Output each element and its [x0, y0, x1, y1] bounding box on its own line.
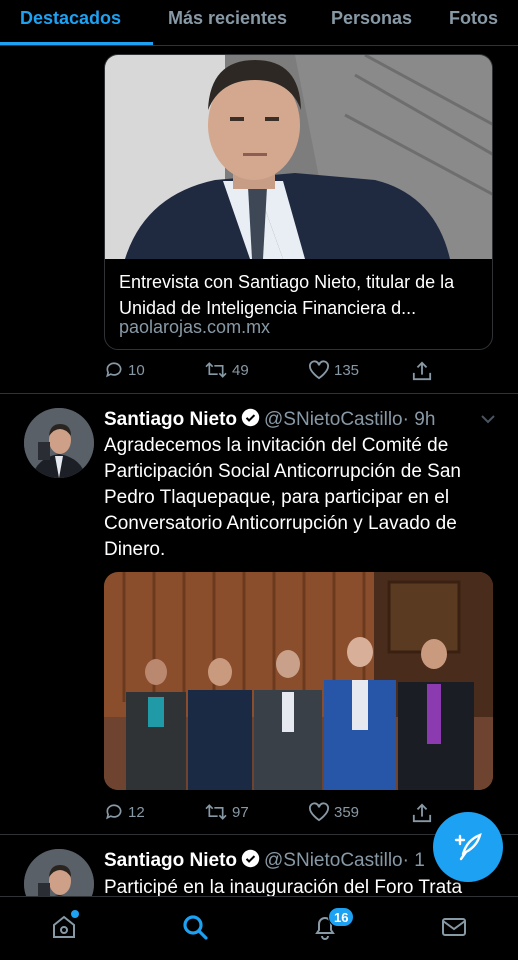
- reply-icon: [106, 362, 122, 378]
- like-count: 359: [334, 803, 360, 821]
- avatar-image: [24, 849, 94, 896]
- card-image: [105, 55, 492, 259]
- card-title: Entrevista con Santiago Nieto, titular d…: [119, 272, 455, 318]
- tweet-time: · 9h: [402, 409, 436, 430]
- retweet-count: 97: [232, 803, 249, 821]
- chevron-down-icon[interactable]: [480, 414, 496, 424]
- tweet[interactable]: Entrevista con Santiago Nieto, titular d…: [0, 0, 518, 393]
- author-name[interactable]: Santiago Nieto: [104, 409, 237, 430]
- link-card[interactable]: Entrevista con Santiago Nieto, titular d…: [104, 54, 493, 350]
- tweet-text: Participé en la inauguración del Foro Tr…: [104, 877, 463, 896]
- share-icon: [412, 361, 432, 381]
- compose-button[interactable]: [433, 812, 503, 882]
- tweet-time: · 1: [402, 850, 425, 871]
- avatar[interactable]: [24, 408, 94, 478]
- share-button[interactable]: [412, 360, 432, 382]
- reply-button[interactable]: 10: [104, 360, 145, 380]
- avatar-image: [24, 408, 94, 478]
- bottom-nav: 16: [0, 896, 518, 960]
- tweet-actions: 10 49 135: [104, 360, 484, 386]
- retweet-icon: [205, 362, 227, 378]
- share-button[interactable]: [412, 802, 432, 824]
- like-count: 135: [334, 361, 360, 379]
- reply-icon: [106, 804, 122, 820]
- verified-icon: [241, 408, 260, 427]
- photo-image: [104, 572, 493, 790]
- reply-count: 10: [128, 361, 145, 379]
- author-name[interactable]: Santiago Nieto: [104, 850, 237, 871]
- like-button[interactable]: 359: [308, 802, 359, 822]
- tweet-header: Santiago Nieto @SNietoCastillo· 1: [104, 849, 425, 872]
- verified-icon: [241, 849, 260, 868]
- like-icon: [309, 802, 329, 822]
- search-icon: [183, 915, 208, 940]
- notifications-badge: 16: [328, 907, 355, 927]
- nav-search[interactable]: [181, 913, 209, 946]
- like-button[interactable]: 135: [308, 360, 359, 380]
- reply-button[interactable]: 12: [104, 802, 145, 822]
- author-handle[interactable]: @SNietoCastillo: [264, 409, 403, 430]
- tweet-header: Santiago Nieto @SNietoCastillo· 9h: [104, 408, 435, 431]
- tweet-text: Agradecemos la invitación del Comité de …: [104, 435, 461, 560]
- tweet-photo[interactable]: [104, 572, 493, 790]
- mail-icon: [442, 918, 466, 936]
- reply-count: 12: [128, 803, 145, 821]
- tweet[interactable]: Santiago Nieto @SNietoCastillo· 9h Agrade…: [0, 394, 518, 834]
- avatar[interactable]: [24, 849, 94, 896]
- author-handle[interactable]: @SNietoCastillo: [264, 850, 403, 871]
- card-domain: paolarojas.com.mx: [119, 317, 271, 337]
- tweet-actions: 12 97 359: [104, 802, 484, 828]
- home-new-indicator: [71, 910, 79, 918]
- retweet-icon: [205, 804, 227, 820]
- retweet-button[interactable]: 49: [204, 360, 249, 380]
- share-icon: [412, 803, 432, 823]
- compose-icon: [454, 833, 482, 861]
- nav-messages[interactable]: [440, 913, 468, 946]
- retweet-button[interactable]: 97: [204, 802, 249, 822]
- retweet-count: 49: [232, 361, 249, 379]
- like-icon: [309, 360, 329, 380]
